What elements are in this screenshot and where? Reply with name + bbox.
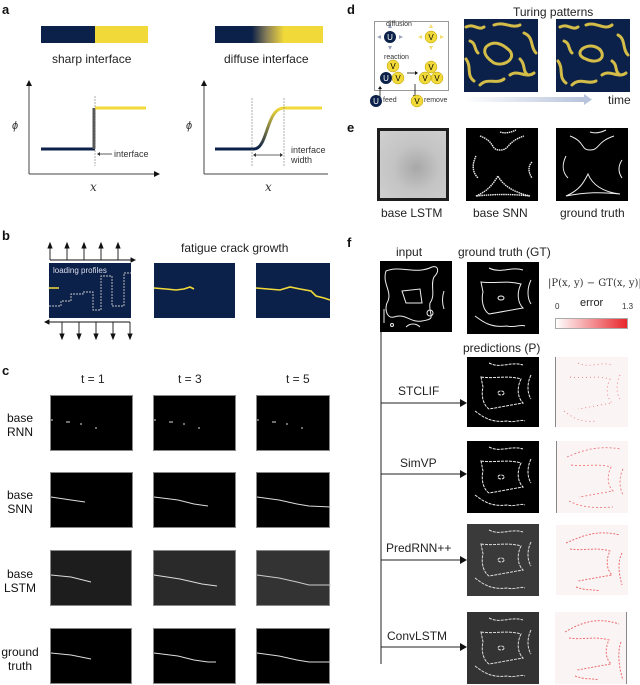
arrow-simvp-icon	[460, 470, 467, 478]
arrow-predrnn-icon	[460, 556, 467, 564]
model-stclif: STCLIF	[398, 384, 440, 398]
arrow-convlstm-icon	[460, 643, 467, 651]
error-convlstm	[555, 612, 627, 684]
arrow-stclif-icon	[460, 399, 467, 407]
model-predrnn: PredRNN++	[386, 541, 452, 555]
error-stclif	[555, 357, 628, 427]
pred-predrnn-image	[467, 524, 539, 596]
pred-convlstm-image	[467, 612, 539, 684]
model-convlstm: ConvLSTM	[387, 629, 448, 643]
pred-simvp-image	[467, 441, 539, 513]
f-connector-tree	[380, 332, 467, 664]
error-predrnn	[556, 525, 628, 595]
pred-stclif-image	[467, 357, 539, 427]
error-simvp	[556, 441, 628, 513]
model-simvp: SimVP	[400, 456, 437, 470]
